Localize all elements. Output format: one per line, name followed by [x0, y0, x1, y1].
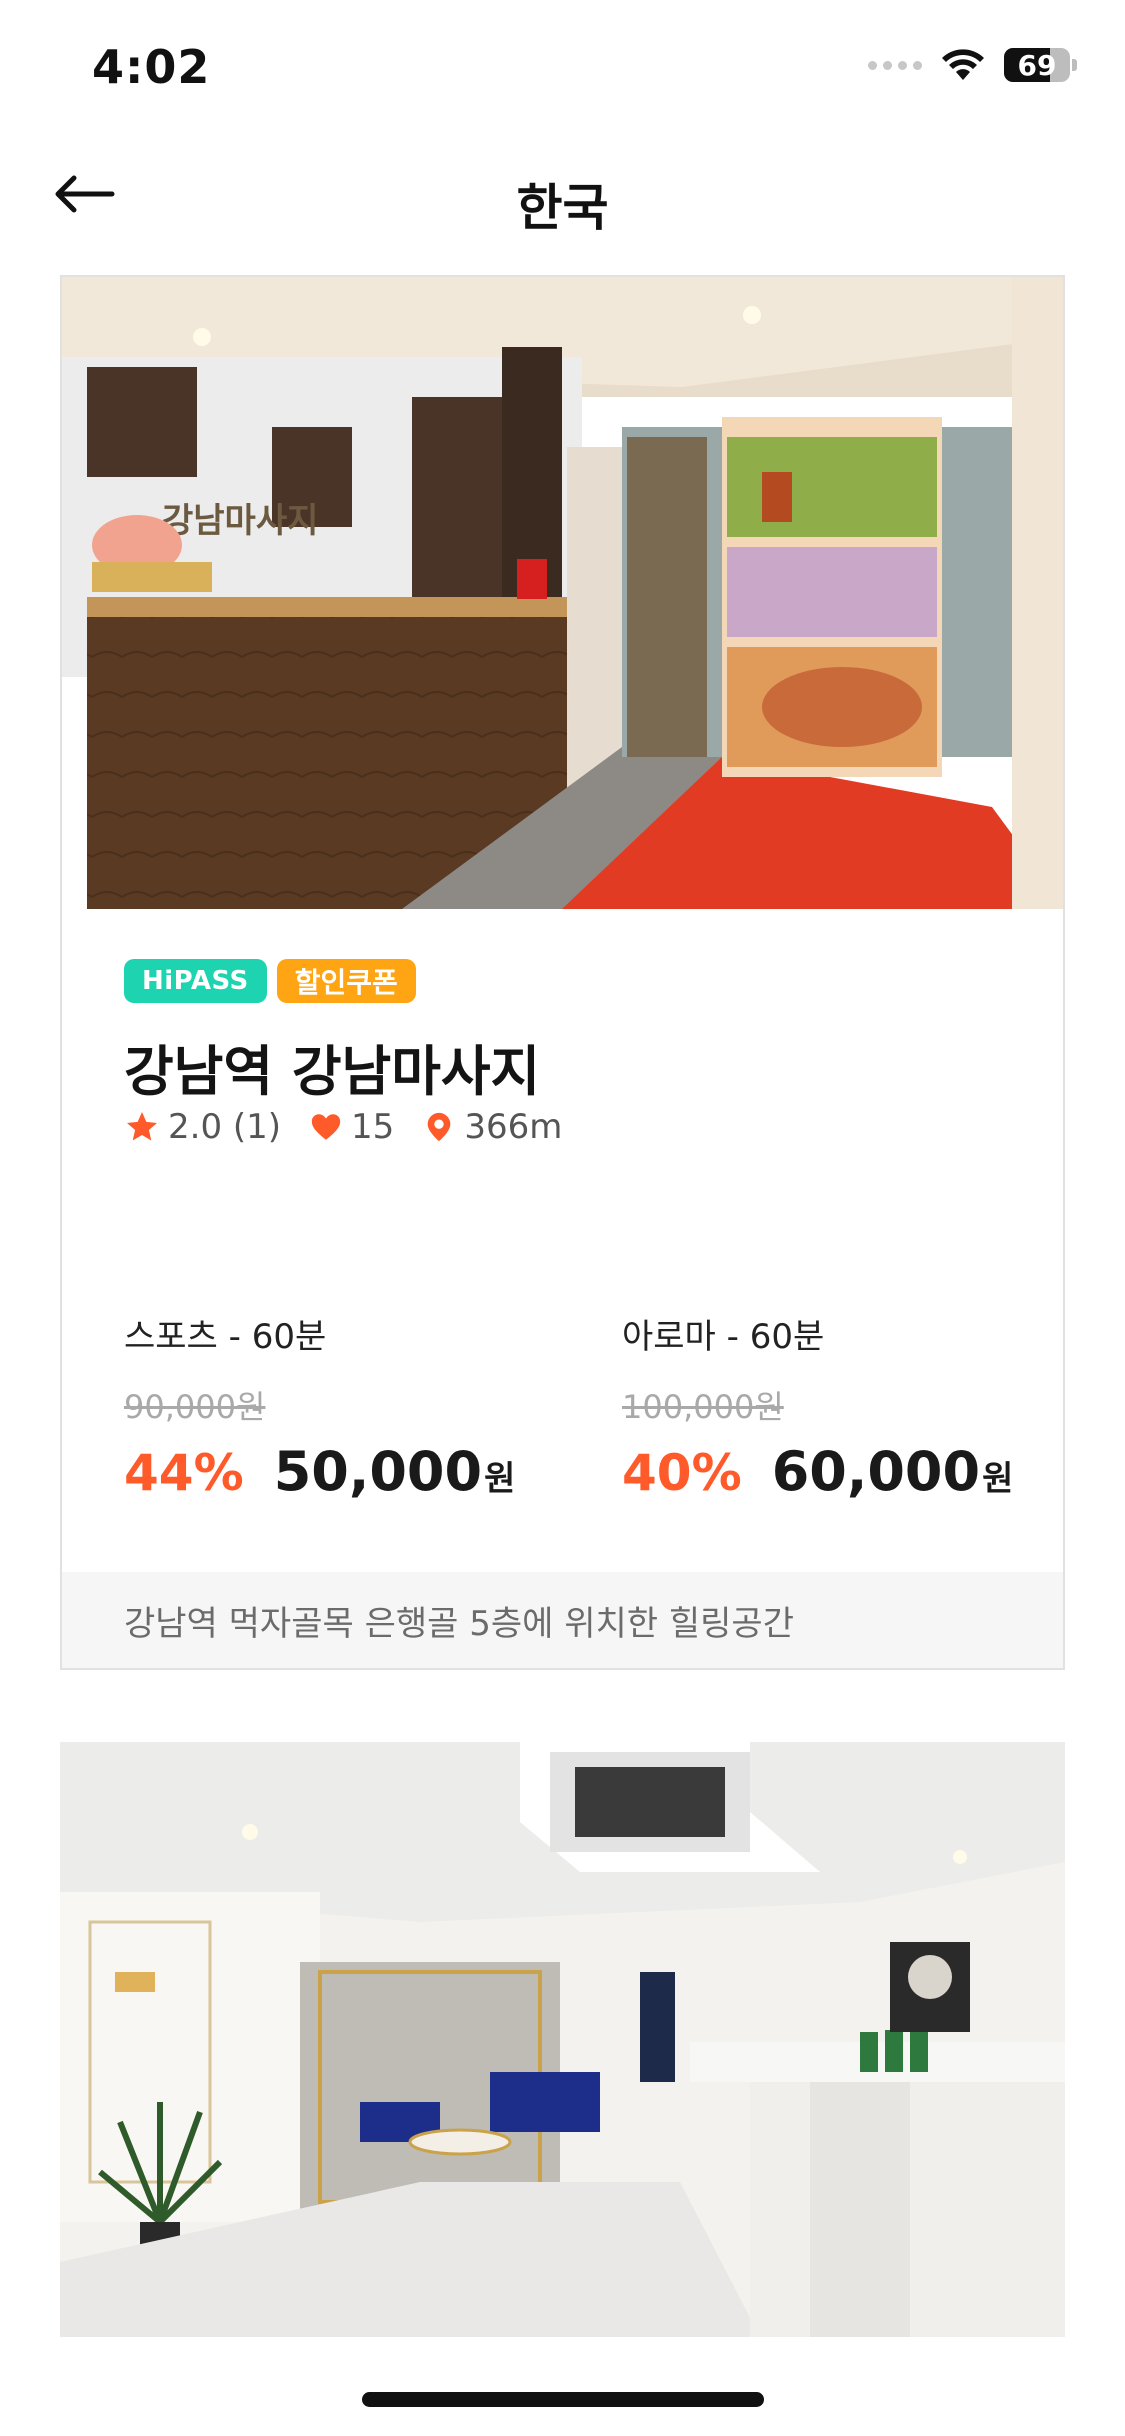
location-pin-icon [427, 1112, 451, 1142]
page-title: 한국 [516, 179, 609, 237]
listing-photo: 강남마사지 [62, 277, 1063, 909]
discount-rate: 44% [124, 1444, 244, 1502]
rating: 2.0 (1) [124, 1107, 281, 1147]
coupon-badge: 할인쿠폰 [276, 959, 416, 1003]
distance-value: 366m [464, 1107, 563, 1147]
star-icon [127, 1112, 157, 1141]
likes: 15 [309, 1107, 394, 1147]
original-price: 100,000원 [622, 1388, 784, 1426]
original-price: 90,000원 [124, 1388, 266, 1426]
heart-icon [311, 1114, 341, 1140]
listing-info: HiPASS 할인쿠폰 강남역 강남마사지 2.0 (1) 15 366m 스포… [62, 909, 1063, 1539]
battery-icon: 69 [1004, 48, 1070, 82]
listing-meta: 2.0 (1) 15 366m [124, 1107, 590, 1147]
hipass-badge: HiPASS [124, 959, 267, 1003]
shop-name: 강남역 강남마사지 [124, 1040, 541, 1103]
wifi-icon [942, 49, 984, 80]
price-option-title: 아로마 - 60분 [622, 1317, 825, 1357]
currency-unit: 원 [982, 1459, 1014, 1499]
sale-price: 60,000 [771, 1440, 981, 1503]
home-indicator [362, 2392, 764, 2407]
price-option-sports: 스포츠 - 60분 90,000원 44% 50,000 원 [124, 1309, 544, 1503]
status-indicators: 69 [868, 48, 1077, 82]
status-bar: 4:02 69 [0, 0, 1125, 130]
price-option-title: 스포츠 - 60분 [124, 1317, 327, 1357]
likes-count: 15 [351, 1107, 395, 1147]
distance: 366m [422, 1107, 562, 1147]
price-option-aroma: 아로마 - 60분 100,000원 40% 60,000 원 [622, 1309, 1042, 1503]
listing-description: 강남역 먹자골목 은행골 5층에 위치한 힐링공간 [62, 1572, 1063, 1668]
currency-unit: 원 [484, 1459, 516, 1499]
photo-sign-text: 강남마사지 [162, 501, 318, 541]
nav-bar: 한국 [0, 130, 1125, 260]
status-time: 4:02 [92, 40, 211, 94]
listing-card[interactable]: 강남마사지 HiPASS 할인쿠폰 강남역 강남마사지 2.0 (1) 15 3… [60, 275, 1065, 1670]
sale-price: 50,000 [273, 1440, 483, 1503]
badge-group: HiPASS 할인쿠폰 [124, 959, 416, 1003]
listing-photo-2[interactable] [60, 1742, 1065, 2337]
cellular-signal-icon [868, 60, 922, 70]
rating-value: 2.0 (1) [168, 1107, 282, 1147]
discount-rate: 40% [622, 1444, 742, 1502]
